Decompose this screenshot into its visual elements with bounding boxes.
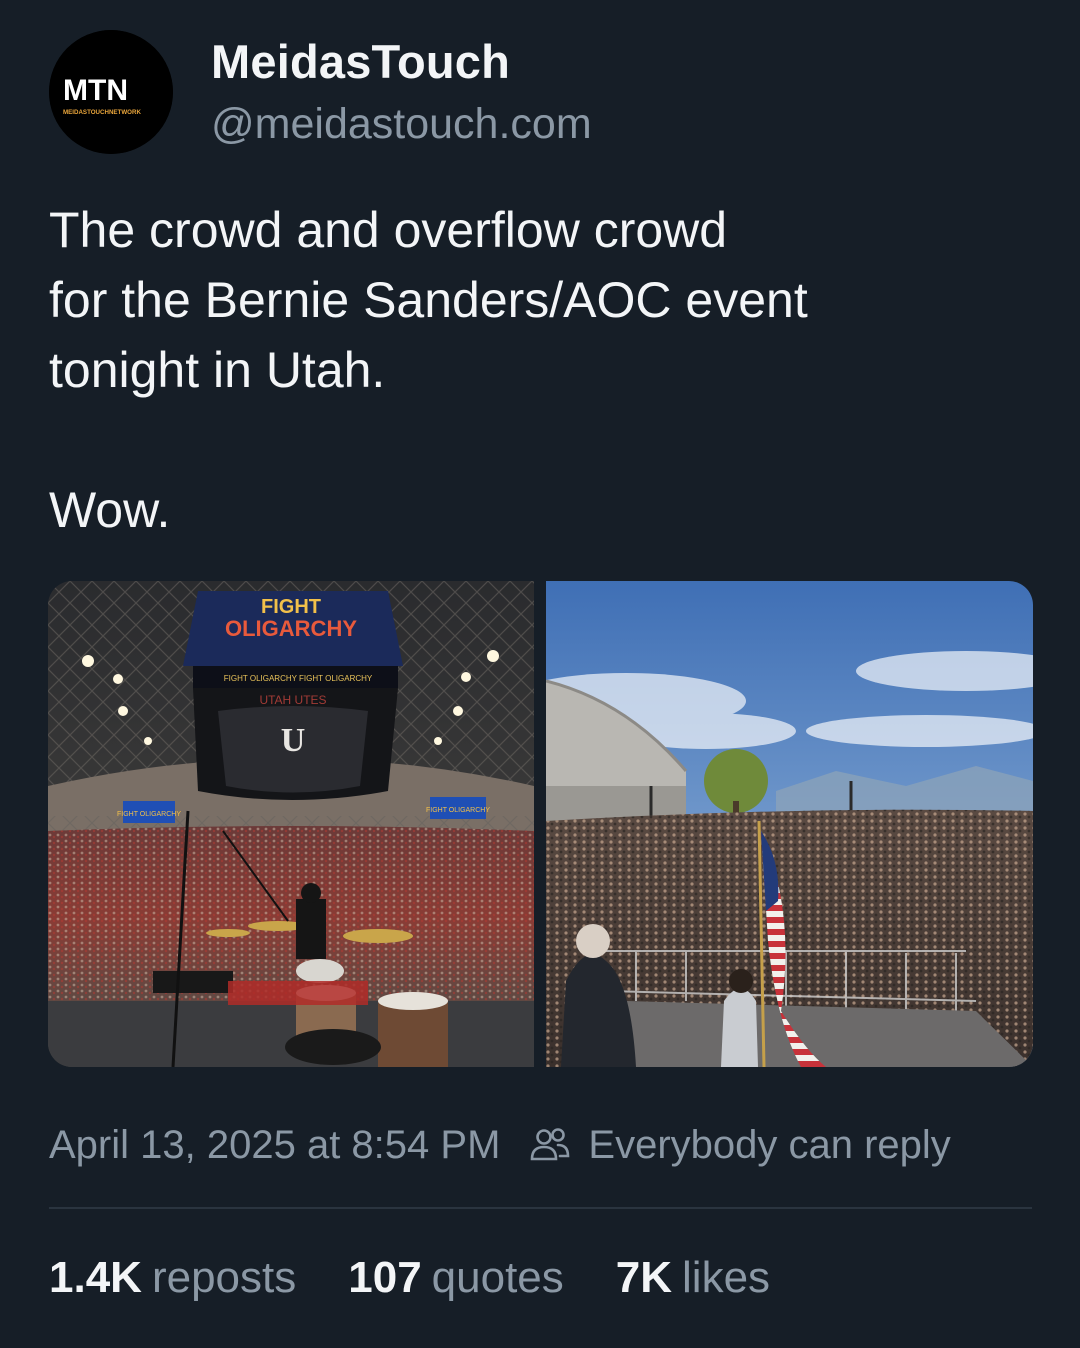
likes-count: 7K (615, 1253, 673, 1302)
likes-stat[interactable]: 7K likes (616, 1253, 770, 1303)
author-avatar[interactable]: MTN MEIDASTOUCHNETWORK (49, 30, 173, 154)
post-text-line: for the Bernie Sanders/AOC event (49, 272, 808, 328)
post-meta: April 13, 2025 at 8:54 PM Everybody can … (49, 1118, 951, 1172)
quotes-label: quotes (431, 1253, 564, 1302)
post-timestamp[interactable]: April 13, 2025 at 8:54 PM (49, 1123, 500, 1168)
reposts-count: 1.4K (49, 1253, 142, 1302)
post-text-line: The crowd and overflow crowd (49, 202, 728, 258)
post-media: FIGHT OLIGARCHY FIGHT OLIGARCHY FIGHT OL… (48, 581, 1033, 1067)
divider (49, 1207, 1032, 1209)
side-sign-right: FIGHT OLIGARCHY (426, 807, 490, 814)
quotes-count: 107 (348, 1253, 422, 1302)
avatar-brand-text: MTN (63, 74, 128, 107)
overflow-crowd-photo[interactable] (546, 581, 1033, 1067)
reposts-label: reposts (151, 1253, 297, 1302)
svg-text:U: U (281, 722, 306, 759)
post-text-line: tonight in Utah. (49, 342, 386, 398)
avatar-sub-text: MEIDASTOUCHNETWORK (63, 109, 141, 116)
people-icon (531, 1128, 570, 1161)
side-sign-left: FIGHT OLIGARCHY (117, 811, 181, 818)
author-display-name[interactable]: MeidasTouch (211, 34, 510, 89)
scoreboard-fascia: FIGHT OLIGARCHY FIGHT OLIGARCHY (224, 674, 373, 683)
scoreboard: FIGHT OLIGARCHY FIGHT OLIGARCHY FIGHT OL… (183, 591, 403, 800)
scoreboard-ribbon: UTAH UTES (259, 693, 326, 707)
arena-stage-photo[interactable]: FIGHT OLIGARCHY FIGHT OLIGARCHY FIGHT OL… (48, 581, 534, 1067)
reply-setting[interactable]: Everybody can reply (528, 1122, 951, 1168)
scoreboard-line1: FIGHT (261, 596, 321, 618)
post-stats: 1.4K reposts 107 quotes 7K likes (49, 1253, 822, 1303)
likes-label: likes (682, 1253, 771, 1302)
post-text: The crowd and overflow crowd for the Ber… (49, 195, 1039, 545)
mtn-logo-icon: MTN MEIDASTOUCHNETWORK (49, 30, 173, 154)
scoreboard-line2: OLIGARCHY (225, 616, 357, 641)
reply-setting-label: Everybody can reply (588, 1122, 951, 1167)
reposts-stat[interactable]: 1.4K reposts (49, 1253, 296, 1303)
quotes-stat[interactable]: 107 quotes (348, 1253, 564, 1303)
author-handle[interactable]: @meidastouch.com (211, 100, 592, 149)
post-text-line: Wow. (49, 482, 171, 538)
